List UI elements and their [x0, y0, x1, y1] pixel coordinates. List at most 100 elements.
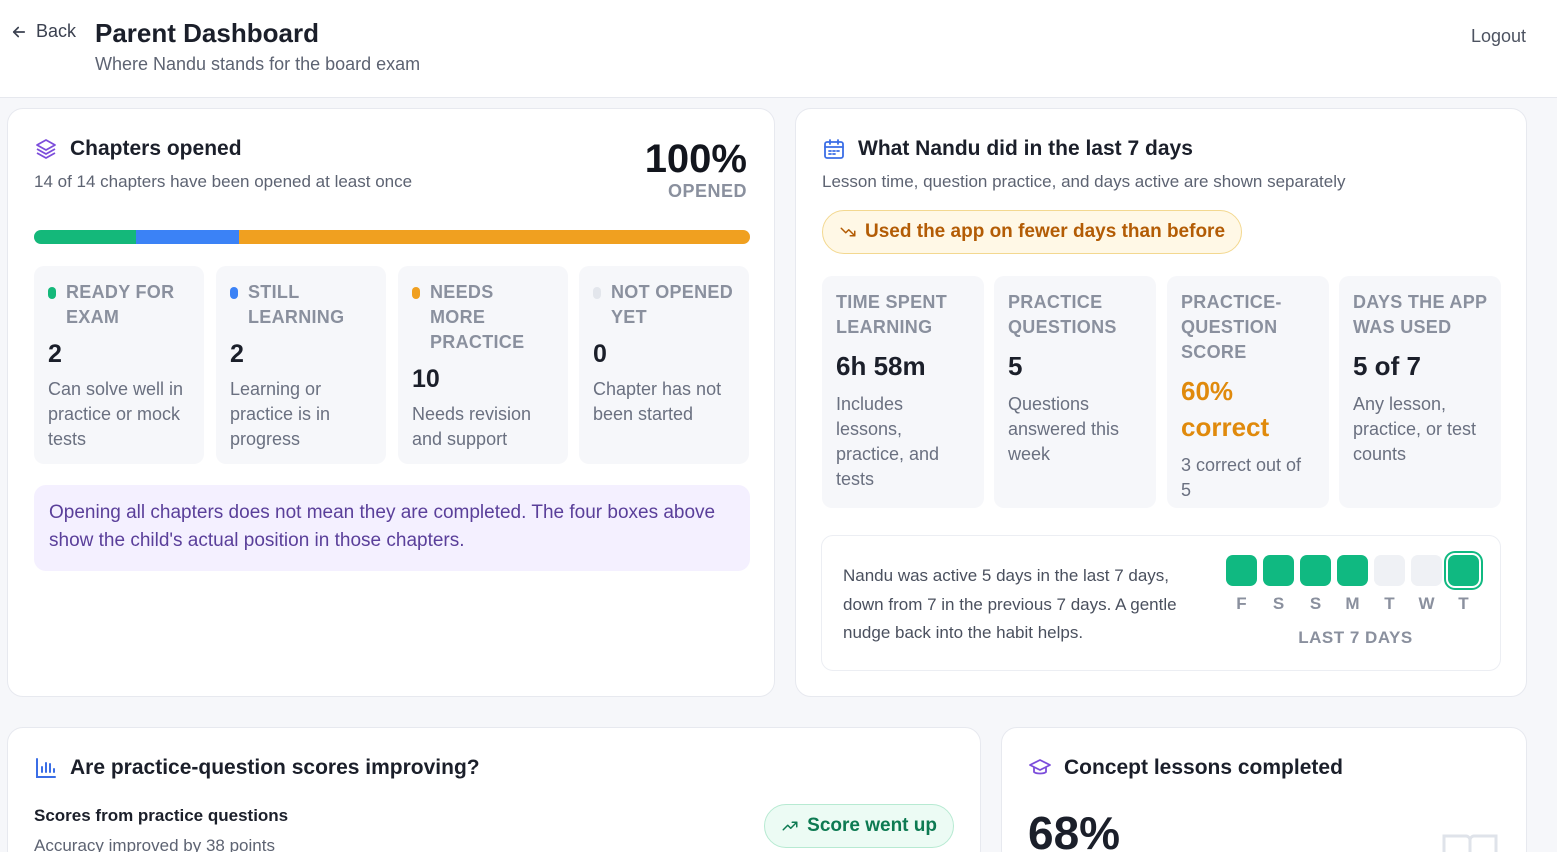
trending-up-icon [782, 821, 798, 831]
stat-description: Chapter has not been started [593, 379, 722, 424]
day-square [1374, 555, 1405, 586]
concept-lessons-card: Concept lessons completed 68% [1001, 727, 1527, 852]
page-subtitle: Where Nandu stands for the board exam [95, 54, 421, 74]
day-cell: W [1411, 555, 1442, 614]
day-letter: S [1309, 594, 1322, 613]
stat-practice-questions: PRACTICE QUESTIONS 5 Questions answered … [994, 276, 1156, 508]
day-square [1337, 555, 1368, 586]
logout-button[interactable]: Logout [1471, 26, 1526, 47]
day-letter: S [1272, 594, 1285, 613]
streak-summary-text: Nandu was active 5 days in the last 7 da… [843, 566, 1177, 642]
concepts-percent: 68% [1028, 807, 1121, 852]
chapters-card-title: Chapters opened [34, 137, 242, 161]
graduation-cap-icon [1029, 759, 1051, 775]
day-letter: T [1384, 594, 1395, 613]
fewer-days-alert-badge: Used the app on fewer days than before [822, 210, 1243, 254]
stat-ready-for-exam: READY FOR EXAM 2 Can solve well in pract… [34, 266, 204, 464]
scores-section-subtitle: Accuracy improved by 38 points [34, 836, 275, 852]
layers-icon [36, 139, 56, 159]
stat-needs-more-practice: NEEDS MORE PRACTICE 10 Needs revision an… [398, 266, 568, 464]
days-label: LAST 7 DAYS [1298, 628, 1413, 647]
progress-segment-practice [238, 230, 750, 244]
score-trend-badge: Score went up [764, 804, 954, 848]
stat-description: Needs revision and support [412, 404, 532, 449]
stat-label: PRACTICE-QUESTION SCORE [1181, 292, 1282, 362]
stat-description: Includes lessons, practice, and tests [836, 394, 940, 489]
stat-description: Learning or practice is in progress [230, 379, 331, 449]
chapters-percent-label: OPENED [667, 181, 747, 201]
alert-text: Used the app on fewer days than before [865, 221, 1226, 242]
stat-label: DAYS THE APP WAS USED [1353, 292, 1487, 337]
back-button[interactable]: Back [10, 21, 76, 42]
chapters-note: Opening all chapters does not mean they … [34, 485, 750, 571]
stat-value: 60% correct [1181, 376, 1270, 442]
day-cell: S [1300, 555, 1331, 614]
chapters-title-text: Chapters opened [70, 137, 242, 160]
weekly-subtitle: Lesson time, question practice, and days… [822, 172, 1346, 191]
day-square [1411, 555, 1442, 586]
stat-description: Any lesson, practice, or test counts [1353, 394, 1477, 464]
status-dot [412, 287, 420, 299]
weekly-card-title: What Nandu did in the last 7 days [822, 137, 1193, 161]
progress-segment-learning [136, 230, 239, 244]
day-cell: M [1337, 555, 1368, 614]
back-label: Back [36, 21, 77, 41]
day-cell: T [1448, 555, 1479, 614]
stat-label: STILL LEARNING [248, 282, 345, 327]
trend-text: Score went up [807, 815, 937, 836]
stat-not-opened-yet: NOT OPENED YET 0 Chapter has not been st… [579, 266, 749, 464]
chapters-progress-bar [34, 230, 750, 244]
stat-practice-score: PRACTICE-QUESTION SCORE 60% correct 3 co… [1167, 276, 1329, 508]
day-square [1300, 555, 1331, 586]
stat-value: 0 [593, 340, 607, 368]
day-grid: F S S M T W T [1226, 555, 1479, 614]
top-header: Back Parent Dashboard Where Nandu stands… [0, 0, 1557, 98]
stat-label: READY FOR EXAM [66, 282, 175, 327]
calendar-icon [824, 139, 844, 159]
status-dot [230, 287, 238, 299]
stat-value: 5 of 7 [1353, 351, 1421, 381]
progress-segment-ready [34, 230, 137, 244]
stat-label: TIME SPENT LEARNING [836, 292, 948, 337]
day-square [1226, 555, 1257, 586]
stat-value: 6h 58m [836, 351, 926, 381]
scores-card-title: Are practice-question scores improving? [34, 756, 480, 780]
day-cell: F [1226, 555, 1257, 614]
status-dot [48, 287, 56, 299]
weekly-activity-card: What Nandu did in the last 7 days Lesson… [795, 108, 1527, 697]
arrow-left-icon [12, 26, 26, 37]
stat-description: Can solve well in practice or mock tests [48, 379, 184, 449]
stat-label: NOT OPENED YET [611, 282, 734, 327]
day-letter: M [1345, 594, 1360, 613]
scores-title-text: Are practice-question scores improving? [70, 756, 480, 779]
stat-value: 2 [48, 340, 62, 368]
stat-value: 10 [412, 365, 440, 393]
bar-chart-icon [36, 758, 56, 778]
day-cell: T [1374, 555, 1405, 614]
day-letter: F [1236, 594, 1247, 613]
stat-description: Questions answered this week [1008, 394, 1120, 464]
day-square [1263, 555, 1294, 586]
stat-label: NEEDS MORE PRACTICE [430, 282, 525, 352]
page-title: Parent Dashboard [95, 18, 319, 48]
scores-card: Are practice-question scores improving? … [7, 727, 981, 852]
chapters-card: Chapters opened 14 of 14 chapters have b… [7, 108, 775, 697]
stat-still-learning: STILL LEARNING 2 Learning or practice is… [216, 266, 386, 464]
day-letter: T [1458, 594, 1469, 613]
day-cell: S [1263, 555, 1294, 614]
stat-time-spent: TIME SPENT LEARNING 6h 58m Includes less… [822, 276, 984, 508]
status-dot [593, 287, 601, 299]
day-letter: W [1418, 594, 1435, 613]
chapters-percent: 100% [644, 137, 747, 181]
stat-label: PRACTICE QUESTIONS [1008, 292, 1117, 337]
activity-streak-panel: Nandu was active 5 days in the last 7 da… [821, 535, 1501, 671]
trending-down-icon [840, 227, 856, 237]
book-icon [1442, 834, 1498, 852]
concepts-card-title: Concept lessons completed [1028, 756, 1343, 780]
weekly-title-text: What Nandu did in the last 7 days [858, 137, 1193, 160]
stat-value: 2 [230, 340, 244, 368]
stat-description: 3 correct out of 5 [1181, 455, 1302, 500]
stat-days-used: DAYS THE APP WAS USED 5 of 7 Any lesson,… [1339, 276, 1501, 508]
scores-section-title: Scores from practice questions [34, 806, 289, 825]
chapters-subtitle: 14 of 14 chapters have been opened at le… [34, 172, 413, 191]
